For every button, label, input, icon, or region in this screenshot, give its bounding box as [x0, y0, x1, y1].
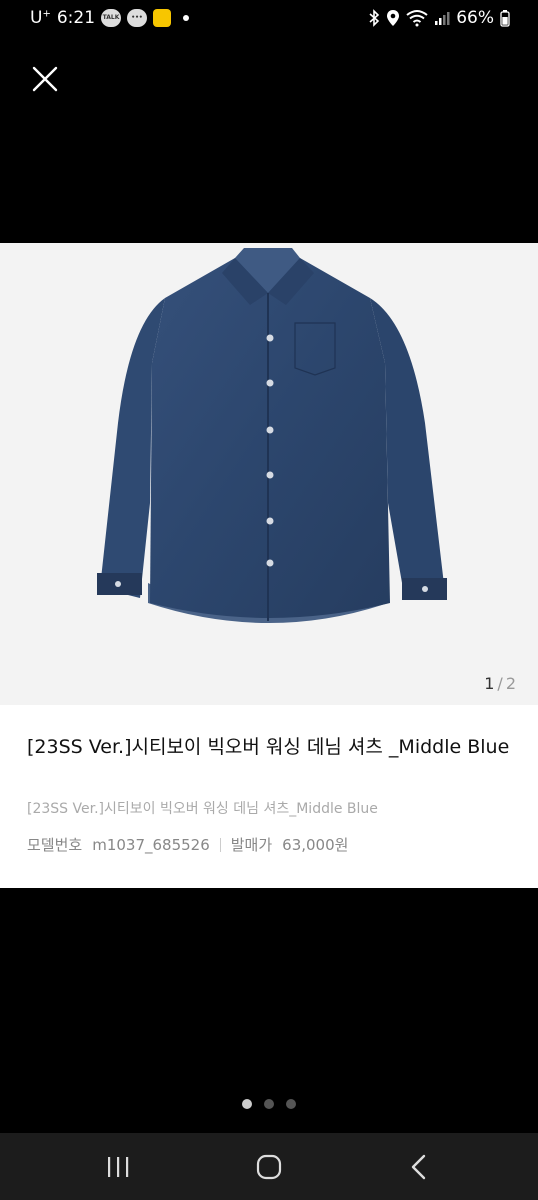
- back-icon: [411, 1154, 426, 1180]
- home-icon: [256, 1154, 282, 1180]
- pager-current: 1: [484, 674, 495, 693]
- price-value: 63,000원: [282, 836, 349, 854]
- product-image-gallery[interactable]: 1/2: [0, 243, 538, 705]
- location-icon: [387, 10, 400, 26]
- price-label: 발매가: [230, 836, 273, 854]
- signal-icon: [435, 12, 450, 25]
- page-dot[interactable]: [264, 1099, 274, 1109]
- app-notification-icon: [153, 9, 172, 27]
- denim-shirt-image: [97, 248, 447, 623]
- product-title: [23SS Ver.]시티보이 빅오버 워싱 데님 셔츠 _Middle Blu…: [27, 736, 510, 758]
- page-indicator: [0, 1099, 538, 1109]
- model-value: m1037_685526: [92, 835, 210, 854]
- status-time: 6:21: [56, 8, 96, 28]
- status-bar: U+ 6:21 TALK ••• 66%: [0, 0, 538, 38]
- product-info-card: [23SS Ver.]시티보이 빅오버 워싱 데님 셔츠 _Middle Blu…: [0, 705, 538, 888]
- recents-icon: [108, 1157, 129, 1177]
- home-button[interactable]: [251, 1151, 287, 1183]
- meta-divider: [219, 837, 221, 852]
- carrier-label: U+: [30, 8, 51, 28]
- product-meta-row: 모델번호 m1037_685526 발매가 63,000원: [27, 834, 348, 855]
- page-dot[interactable]: [286, 1099, 296, 1109]
- back-button[interactable]: [402, 1151, 438, 1183]
- navigation-bar: [0, 1133, 538, 1200]
- gallery-pager: 1/2: [484, 674, 516, 693]
- status-left: U+ 6:21 TALK •••: [30, 8, 190, 28]
- battery-percent: 66%: [456, 8, 494, 28]
- wifi-icon: [406, 10, 428, 27]
- model-label: 모델번호: [27, 836, 83, 854]
- close-icon: [32, 66, 58, 92]
- recents-button[interactable]: [100, 1151, 136, 1183]
- close-button[interactable]: [28, 62, 62, 96]
- page-dot[interactable]: [242, 1099, 252, 1109]
- pager-total: 2: [505, 674, 516, 693]
- battery-icon: [500, 10, 510, 27]
- kakaotalk-icon: TALK: [101, 9, 122, 27]
- screen: U+ 6:21 TALK ••• 66% 1 / 2 [23SS Ver.]시티…: [0, 0, 538, 1200]
- product-subtitle: [23SS Ver.]시티보이 빅오버 워싱 데님 셔츠_Middle Blue: [27, 801, 378, 817]
- bluetooth-icon: [369, 9, 380, 27]
- pager-separator: /: [497, 674, 503, 693]
- status-right: 66%: [368, 8, 510, 28]
- message-icon: •••: [127, 9, 148, 27]
- more-notifications-icon: [183, 15, 190, 21]
